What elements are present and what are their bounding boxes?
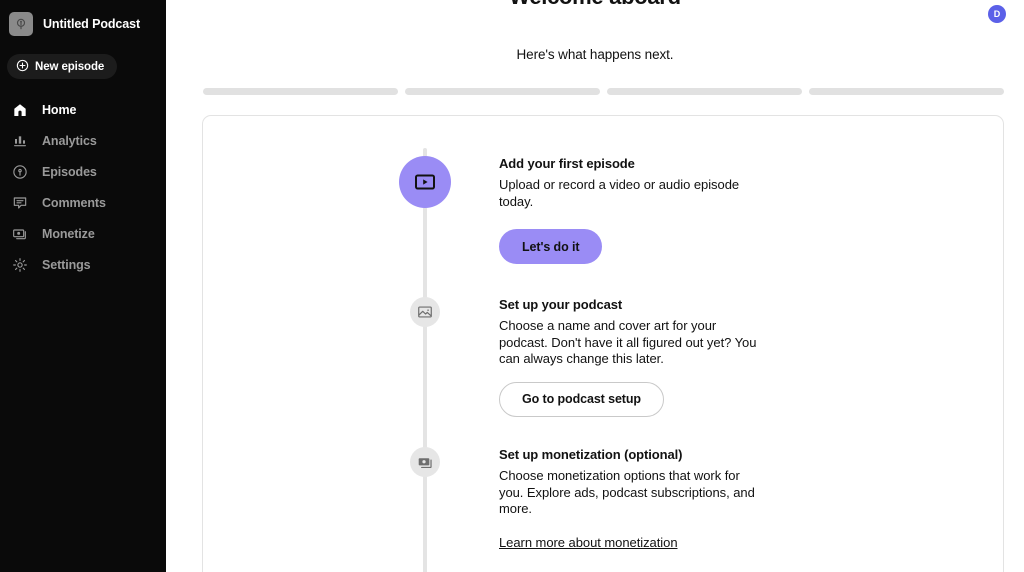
sidebar-item-label: Settings — [42, 257, 91, 272]
money-icon — [410, 447, 440, 477]
step-description: Choose a name and cover art for your pod… — [499, 318, 757, 366]
comments-icon — [11, 194, 28, 211]
onboarding-steps: Add your first episode Upload or record … — [203, 116, 1003, 572]
podcast-title: Untitled Podcast — [43, 17, 141, 31]
onboarding-card: Add your first episode Upload or record … — [202, 115, 1004, 572]
page-subtitle: Here's what happens next. — [516, 47, 674, 62]
analytics-icon — [11, 132, 28, 149]
sidebar-item-analytics[interactable]: Analytics — [0, 125, 166, 156]
step-body: Set up monetization (optional) Choose mo… — [499, 447, 799, 552]
new-episode-button[interactable]: New episode — [7, 54, 118, 79]
step-heading: Set up monetization (optional) — [499, 447, 683, 462]
sidebar-item-label: Episodes — [42, 164, 97, 179]
timeline-connector — [423, 148, 427, 572]
main-content: D Welcome aboard Here's what happens nex… — [166, 0, 1024, 572]
sidebar-item-comments[interactable]: Comments — [0, 187, 166, 218]
sidebar-item-monetize[interactable]: Monetize — [0, 218, 166, 249]
onboarding-progress — [203, 88, 1004, 95]
monetize-icon — [11, 225, 28, 242]
sidebar-item-label: Analytics — [42, 133, 97, 148]
sidebar-item-label: Home — [42, 102, 77, 117]
go-to-podcast-setup-button[interactable]: Go to podcast setup — [499, 381, 664, 417]
sidebar-item-settings[interactable]: Settings — [0, 249, 166, 280]
learn-more-about-monetization-link[interactable]: Learn more about monetization — [499, 535, 678, 550]
sidebar-nav: Home Analytics Episodes Comments Monetiz… — [0, 94, 166, 280]
lets-do-it-button[interactable]: Let's do it — [499, 229, 603, 264]
step-heading: Set up your podcast — [499, 297, 623, 312]
progress-segment — [203, 88, 398, 95]
step-description: Choose monetization options that work fo… — [499, 468, 755, 516]
step-body: Set up your podcast Choose a name and co… — [499, 297, 799, 417]
app-root: Untitled Podcast New episode Home Analyt… — [0, 0, 1024, 572]
progress-segment — [607, 88, 802, 95]
sidebar: Untitled Podcast New episode Home Analyt… — [0, 0, 166, 572]
page-title: Welcome aboard — [166, 0, 1024, 10]
sidebar-item-label: Monetize — [42, 226, 95, 241]
step-heading: Add your first episode — [499, 156, 635, 171]
podcast-header[interactable]: Untitled Podcast — [0, 0, 166, 40]
video-play-icon — [399, 156, 451, 208]
progress-segment — [809, 88, 1004, 95]
new-episode-label: New episode — [35, 60, 105, 73]
sidebar-item-home[interactable]: Home — [0, 94, 166, 125]
step-description: Upload or record a video or audio episod… — [499, 177, 740, 209]
episodes-icon — [11, 163, 28, 180]
home-icon — [11, 101, 28, 118]
sidebar-item-episodes[interactable]: Episodes — [0, 156, 166, 187]
gear-icon — [11, 256, 28, 273]
microphone-icon — [9, 12, 33, 36]
progress-segment — [405, 88, 600, 95]
avatar[interactable]: D — [988, 5, 1006, 23]
image-icon — [410, 297, 440, 327]
step-body: Add your first episode Upload or record … — [499, 156, 799, 264]
sidebar-item-label: Comments — [42, 195, 106, 210]
plus-circle-icon — [16, 59, 29, 75]
